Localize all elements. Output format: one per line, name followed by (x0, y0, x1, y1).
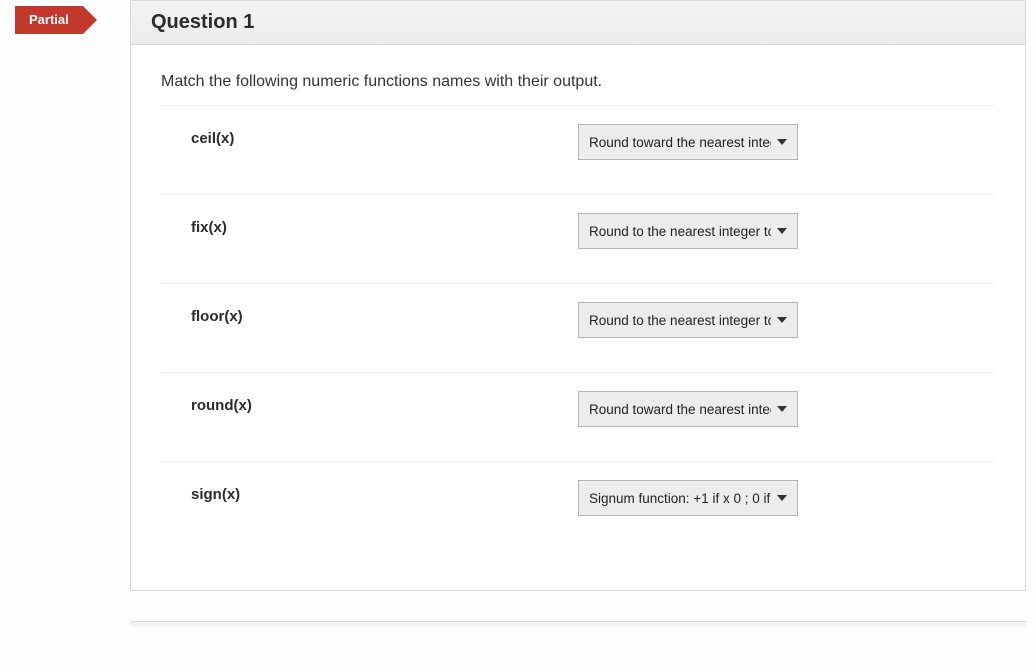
ribbon-arrow-icon (83, 6, 97, 34)
question-header: Question 1 (131, 1, 1025, 45)
next-panel-top-edge (130, 621, 1026, 627)
question-title: Question 1 (151, 11, 1005, 34)
match-term: floor(x) (161, 302, 578, 325)
status-ribbon-label: Partial (15, 6, 83, 34)
match-answer-cell: Round toward the nearest integer (578, 391, 995, 427)
match-row: floor(x) Round to the nearest integer to… (161, 283, 995, 372)
dropdown-selected-text: Round to the nearest integer toward (589, 224, 771, 239)
question-prompt: Match the following numeric functions na… (161, 73, 995, 91)
match-term: ceil(x) (161, 124, 578, 147)
chevron-down-icon (777, 139, 787, 145)
match-row: ceil(x) Round toward the nearest integer (161, 105, 995, 194)
question-body: Match the following numeric functions na… (131, 45, 1025, 590)
status-ribbon: Partial (15, 6, 97, 34)
chevron-down-icon (777, 228, 787, 234)
match-term: sign(x) (161, 480, 578, 503)
match-row: sign(x) Signum function: +1 if x 0 ; 0 i… (161, 461, 995, 550)
match-answer-cell: Round to the nearest integer toward (578, 302, 995, 338)
dropdown-selected-text: Signum function: +1 if x 0 ; 0 if x (589, 491, 771, 506)
chevron-down-icon (777, 406, 787, 412)
question-container: Question 1 Match the following numeric f… (130, 0, 1026, 591)
dropdown-selected-text: Round toward the nearest integer (589, 135, 771, 150)
answer-dropdown[interactable]: Signum function: +1 if x 0 ; 0 if x (578, 480, 798, 516)
match-term: round(x) (161, 391, 578, 414)
answer-dropdown[interactable]: Round to the nearest integer toward (578, 213, 798, 249)
answer-dropdown[interactable]: Round toward the nearest integer (578, 391, 798, 427)
match-answer-cell: Signum function: +1 if x 0 ; 0 if x (578, 480, 995, 516)
match-row: round(x) Round toward the nearest intege… (161, 372, 995, 461)
match-answer-cell: Round toward the nearest integer (578, 124, 995, 160)
dropdown-selected-text: Round toward the nearest integer (589, 402, 771, 417)
chevron-down-icon (777, 495, 787, 501)
match-term: fix(x) (161, 213, 578, 236)
match-answer-cell: Round to the nearest integer toward (578, 213, 995, 249)
dropdown-selected-text: Round to the nearest integer toward (589, 313, 771, 328)
answer-dropdown[interactable]: Round to the nearest integer toward (578, 302, 798, 338)
question-wrapper: Partial Question 1 Match the following n… (0, 0, 1026, 627)
match-row: fix(x) Round to the nearest integer towa… (161, 194, 995, 283)
chevron-down-icon (777, 317, 787, 323)
answer-dropdown[interactable]: Round toward the nearest integer (578, 124, 798, 160)
